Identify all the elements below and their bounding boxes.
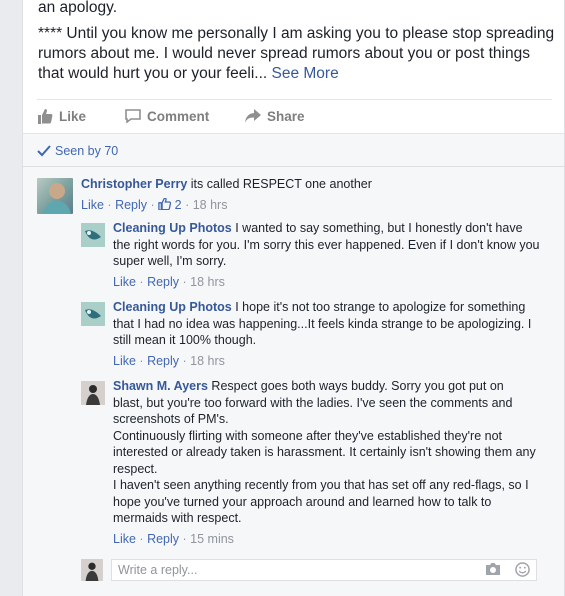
comment-body: its called RESPECT one another — [190, 177, 372, 191]
seen-by[interactable]: Seen by 70 — [37, 144, 118, 158]
like-button[interactable]: Like — [37, 108, 125, 124]
like-label: Like — [59, 108, 87, 124]
reaction-count[interactable]: 2 — [175, 198, 182, 212]
comment-label: Comment — [147, 108, 210, 124]
reply-placeholder: Write a reply... — [118, 563, 198, 577]
comment-text: Cleaning Up Photos I hope it's not too s… — [113, 299, 541, 349]
divider — [23, 166, 564, 167]
comment-text: Shawn M. Ayers Respect goes both ways bu… — [113, 378, 537, 428]
post-text: an apology. **** Until you know me perso… — [38, 0, 558, 84]
comment-author[interactable]: Cleaning Up Photos — [113, 221, 232, 235]
camera-icon[interactable] — [485, 562, 501, 576]
comment-reply-link[interactable]: Reply — [147, 532, 179, 546]
comment-like-link[interactable]: Like — [113, 275, 136, 289]
comments-section: Seen by 70 Christopher Perry its called … — [23, 133, 564, 596]
comment-reply-link[interactable]: Reply — [147, 354, 179, 368]
post-card: an apology. **** Until you know me perso… — [22, 0, 565, 596]
post-actions: Like Comment Share — [37, 100, 305, 132]
comment-reply-link[interactable]: Reply — [115, 198, 147, 212]
comment-author[interactable]: Christopher Perry — [81, 177, 187, 191]
reply-comment: Cleaning Up Photos I hope it's not too s… — [81, 299, 551, 371]
comment: Christopher Perry its called RESPECT one… — [37, 176, 557, 216]
avatar[interactable] — [81, 223, 105, 247]
my-avatar[interactable] — [81, 559, 103, 581]
thumbs-up-icon — [38, 108, 53, 124]
thumbs-up-icon[interactable] — [158, 196, 172, 211]
comment-like-link[interactable]: Like — [113, 354, 136, 368]
comment-like-link[interactable]: Like — [81, 198, 104, 212]
comment-reply-link[interactable]: Reply — [147, 275, 179, 289]
share-icon — [245, 109, 261, 123]
comment-text: Cleaning Up Photos I wanted to say somet… — [113, 220, 541, 270]
comment-text-paragraph: Continuously flirting with someone after… — [113, 428, 536, 476]
post-text-line0: an apology. — [38, 0, 117, 16]
share-label: Share — [267, 108, 305, 124]
reply-input[interactable]: Write a reply... — [111, 559, 537, 581]
comment-meta: Like · Reply · 2 · 18 hrs — [81, 196, 228, 212]
comment-button[interactable]: Comment — [125, 109, 245, 124]
seen-by-label: Seen by 70 — [55, 144, 119, 158]
comment-text-paragraph: I haven't seen anything recently from yo… — [113, 478, 529, 525]
avatar[interactable] — [81, 302, 105, 326]
comment-like-link[interactable]: Like — [113, 532, 136, 546]
avatar[interactable] — [37, 178, 73, 214]
emoji-icon[interactable] — [515, 562, 530, 577]
comment-time[interactable]: 18 hrs — [193, 198, 228, 212]
comment-author[interactable]: Shawn M. Ayers — [113, 379, 208, 393]
comment-time[interactable]: 18 hrs — [190, 275, 225, 289]
comment-author[interactable]: Cleaning Up Photos — [113, 300, 232, 314]
comment-time[interactable]: 18 hrs — [190, 354, 225, 368]
avatar[interactable] — [81, 381, 105, 405]
reply-comment: Cleaning Up Photos I wanted to say somet… — [81, 220, 551, 292]
comment-text: Christopher Perry its called RESPECT one… — [81, 176, 551, 193]
checkmark-icon — [37, 145, 51, 157]
comment-icon — [125, 109, 141, 123]
comment-time[interactable]: 15 mins — [190, 532, 234, 546]
comment-meta: Like · Reply · 18 hrs — [113, 353, 225, 368]
comment-meta: Like · Reply · 18 hrs — [113, 274, 225, 289]
share-button[interactable]: Share — [245, 109, 305, 124]
see-more-link[interactable]: See More — [272, 65, 339, 82]
comment-meta: Like · Reply · 15 mins — [113, 531, 234, 546]
reply-comment: Shawn M. Ayers Respect goes both ways bu… — [81, 378, 551, 554]
